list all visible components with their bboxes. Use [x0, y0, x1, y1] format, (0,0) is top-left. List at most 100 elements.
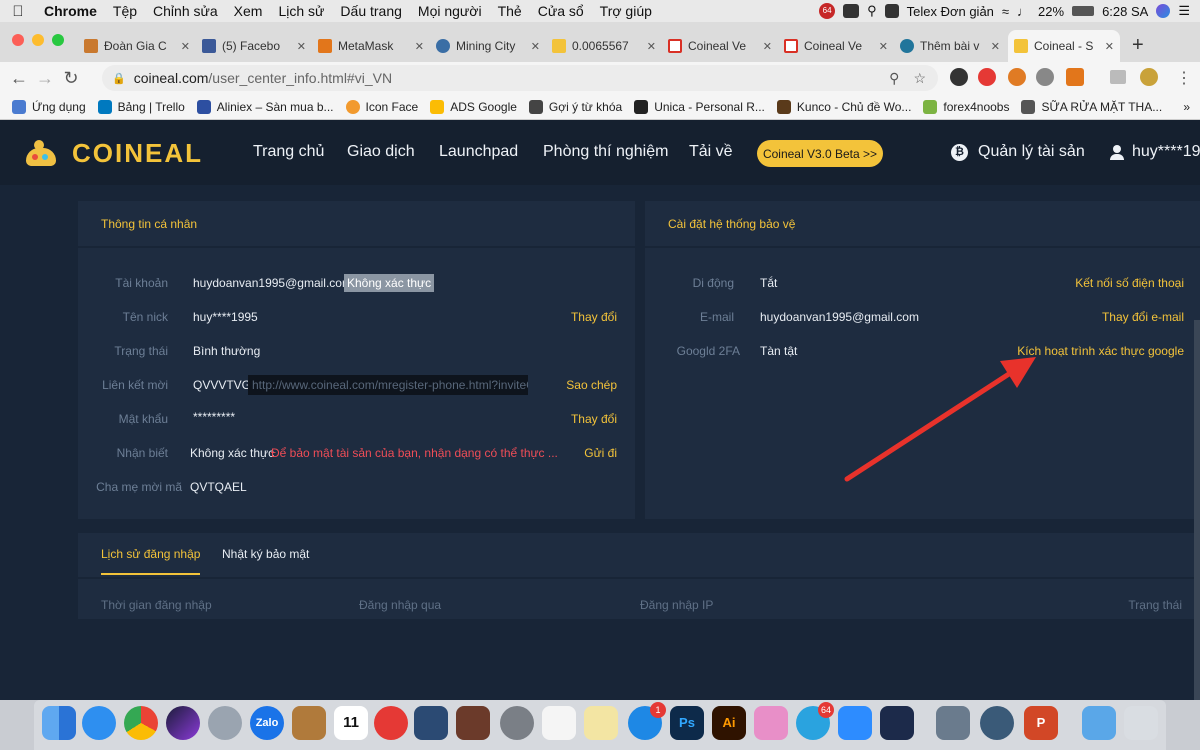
browser-tab[interactable]: Coineal Ve ✕	[662, 30, 778, 62]
tab-close-icon[interactable]: ✕	[647, 40, 656, 53]
menu-people[interactable]: Mọi người	[410, 3, 490, 19]
browser-tabstrip: Đoàn Gia C ✕ (5) Facebo ✕ MetaMask ✕ Min…	[0, 22, 1200, 62]
back-icon[interactable]: ←	[6, 68, 32, 89]
powerpoint-icon[interactable]: P	[1024, 706, 1058, 740]
bookmark-item[interactable]: Unica - Personal R...	[634, 99, 765, 114]
maps-icon[interactable]	[542, 706, 576, 740]
app-icon[interactable]	[754, 706, 788, 740]
menu-view[interactable]: Xem	[226, 3, 271, 19]
siri-icon[interactable]	[166, 706, 200, 740]
menu-window[interactable]: Cửa sổ	[530, 3, 592, 19]
tab-close-icon[interactable]: ✕	[297, 40, 306, 53]
trash-icon[interactable]	[1124, 706, 1158, 740]
browser-tab[interactable]: Mining City ✕	[430, 30, 546, 62]
system-preferences-icon[interactable]	[500, 706, 534, 740]
bookmark-item[interactable]: Bảng | Trello	[97, 99, 185, 114]
tab-close-icon[interactable]: ✕	[415, 40, 424, 53]
launchpad-icon[interactable]	[208, 706, 242, 740]
search-icon[interactable]: ⚲	[867, 3, 877, 19]
lock-icon[interactable]: 🔒	[112, 72, 126, 85]
bookmark-item[interactable]: forex4noobs	[923, 99, 1009, 114]
reload-icon[interactable]: ↻	[58, 68, 84, 89]
notification-badge[interactable]: 64	[819, 3, 836, 19]
calendar-icon[interactable]: 11	[334, 706, 368, 740]
close-window-button[interactable]	[12, 34, 24, 46]
bookmark-item[interactable]: Gợi ý từ khóa	[528, 99, 622, 114]
menu-tab[interactable]: Thẻ	[490, 3, 530, 19]
apple-icon[interactable]: 	[0, 3, 36, 20]
tab-close-icon[interactable]: ✕	[181, 40, 190, 53]
illustrator-icon[interactable]: Ai	[712, 706, 746, 740]
minimize-window-button[interactable]	[32, 34, 44, 46]
desktop-app-icon[interactable]	[414, 706, 448, 740]
wifi-icon[interactable]: ≈	[1002, 4, 1009, 19]
clock[interactable]: 6:28 SA	[1102, 4, 1148, 19]
address-bar[interactable]: 🔒 coineal.com/user_center_info.html#vi_V…	[102, 65, 938, 91]
globe-extension-icon[interactable]	[1036, 68, 1054, 86]
browser-tab-active[interactable]: Coineal - S ✕	[1008, 30, 1120, 62]
finder-icon[interactable]	[42, 706, 76, 740]
bookmark-star-icon[interactable]: ☆	[913, 70, 926, 87]
tab-close-icon[interactable]: ✕	[1105, 40, 1114, 53]
extension-icon[interactable]	[950, 68, 968, 86]
zalo-icon[interactable]: Zalo	[250, 706, 284, 740]
menu-history[interactable]: Lịch sử	[270, 3, 332, 19]
safari-icon[interactable]	[82, 706, 116, 740]
browser-tab[interactable]: Thêm bài v ✕	[894, 30, 1006, 62]
app-icon[interactable]	[374, 706, 408, 740]
opera-extension-icon[interactable]	[978, 68, 996, 86]
more-menu-icon[interactable]: ⋮	[1176, 68, 1192, 88]
tab-close-icon[interactable]: ✕	[763, 40, 772, 53]
preview-icon[interactable]	[584, 706, 618, 740]
bookmark-item[interactable]: SỮA RỬA MẶT THA...	[1021, 99, 1162, 114]
photo-booth-icon[interactable]	[456, 706, 490, 740]
menu-file[interactable]: Tệp	[105, 3, 145, 19]
tab-close-icon[interactable]: ✕	[531, 40, 540, 53]
downloads-folder-icon[interactable]	[1082, 706, 1116, 740]
telegram-icon[interactable]: 64	[796, 702, 834, 740]
browser-tab[interactable]: Đoàn Gia C ✕	[78, 30, 196, 62]
input-method-label[interactable]: Telex Đơn giản	[907, 4, 994, 19]
notification-center-icon[interactable]: ☰	[1178, 3, 1190, 19]
tab-close-icon[interactable]: ✕	[991, 40, 1000, 53]
bookmark-label: Kunco - Chủ đề Wo...	[796, 99, 912, 114]
siri-icon[interactable]	[1156, 4, 1171, 18]
zoom-window-button[interactable]	[52, 34, 64, 46]
bookmark-item[interactable]: Aliniex – Sàn mua b...	[196, 99, 334, 114]
key-icon[interactable]: ⚲	[889, 70, 899, 87]
vietnamese-ime-icon[interactable]	[884, 4, 899, 18]
menu-help[interactable]: Trợ giúp	[592, 3, 660, 19]
zoom-icon[interactable]	[838, 706, 872, 740]
tab-close-icon[interactable]: ✕	[879, 40, 888, 53]
metamask-icon[interactable]	[1066, 68, 1084, 86]
browser-tab[interactable]: 0.0065567 ✕	[546, 30, 662, 62]
new-tab-button[interactable]: +	[1132, 34, 1144, 57]
forward-icon[interactable]: →	[32, 68, 58, 89]
volume-icon[interactable]: ♩	[1017, 4, 1030, 19]
photoshop-icon[interactable]: Ps	[670, 706, 704, 740]
image-capture-icon[interactable]	[936, 706, 970, 740]
bookmark-item[interactable]: ADS Google	[430, 99, 517, 114]
browser-tab[interactable]: (5) Facebo ✕	[196, 30, 312, 62]
extension-icon[interactable]	[1008, 68, 1026, 86]
battery-percent[interactable]: 22%	[1038, 4, 1064, 19]
browser-toolbar: ← → ↻ 🔒 coineal.com/user_center_info.htm…	[0, 62, 1200, 94]
bookmark-label: Ứng dụng	[32, 99, 86, 114]
app-store-icon[interactable]: 1	[628, 702, 666, 740]
menu-edit[interactable]: Chỉnh sửa	[145, 3, 226, 19]
bookmark-item[interactable]: Ứng dụng	[12, 99, 86, 114]
bookmark-item[interactable]: Icon Face	[345, 99, 418, 114]
reading-list-icon[interactable]	[1110, 70, 1126, 84]
quicktime-icon[interactable]	[980, 706, 1014, 740]
menu-app-name[interactable]: Chrome	[36, 3, 105, 19]
bookmark-item[interactable]: Kunco - Chủ đề Wo...	[776, 99, 912, 114]
atom-icon[interactable]	[880, 706, 914, 740]
profile-avatar[interactable]	[1140, 68, 1158, 86]
bookmarks-overflow-icon[interactable]: »	[1183, 100, 1190, 114]
browser-tab[interactable]: MetaMask ✕	[312, 30, 430, 62]
browser-tab[interactable]: Coineal Ve ✕	[778, 30, 894, 62]
message-icon[interactable]	[843, 4, 860, 18]
menu-bookmarks[interactable]: Dấu trang	[332, 3, 409, 19]
notes-app-icon[interactable]	[292, 706, 326, 740]
chrome-icon[interactable]	[124, 706, 158, 740]
